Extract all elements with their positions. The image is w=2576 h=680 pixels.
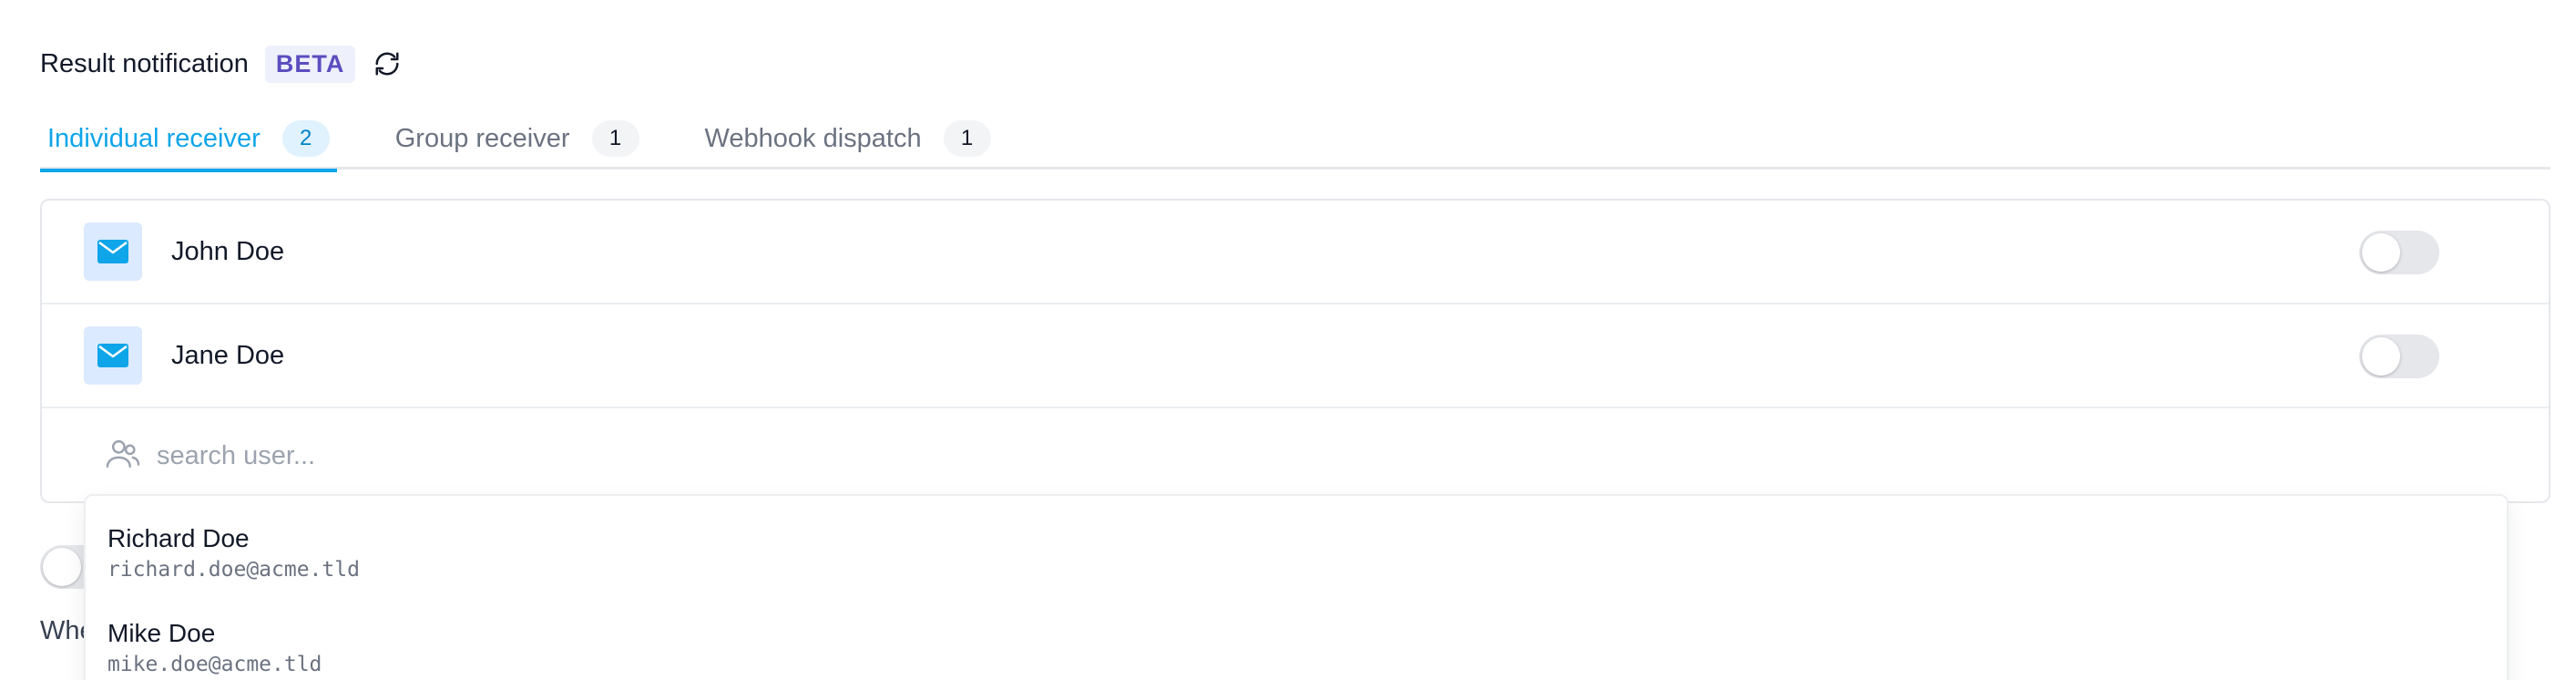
user-option-email: richard.doe@acme.tld xyxy=(107,558,360,582)
user-suggestions-dropdown: Richard Doe richard.doe@acme.tld Mike Do… xyxy=(84,494,2509,680)
toggle-knob xyxy=(2362,233,2400,272)
users-icon xyxy=(106,438,140,474)
receiver-tabs: Individual receiver 2 Group receiver 1 W… xyxy=(40,108,2550,172)
mail-icon xyxy=(84,222,142,281)
user-option-email: mike.doe@acme.tld xyxy=(107,653,322,676)
receiver-row: John Doe xyxy=(42,201,2549,304)
receiver-toggle[interactable] xyxy=(2359,335,2439,378)
refresh-icon[interactable] xyxy=(372,48,403,79)
beta-badge: BETA xyxy=(264,45,356,83)
receiver-name: John Doe xyxy=(171,236,285,266)
tab-webhook-dispatch[interactable]: Webhook dispatch 1 xyxy=(698,108,998,170)
user-option-name: Richard Doe xyxy=(107,524,250,552)
user-search-row xyxy=(42,408,2549,501)
tab-individual-receiver[interactable]: Individual receiver 2 xyxy=(40,108,337,172)
receiver-toggle[interactable] xyxy=(2359,231,2439,274)
tab-label: Webhook dispatch xyxy=(704,123,922,153)
tab-label: Group receiver xyxy=(394,123,570,153)
tab-count-badge: 1 xyxy=(943,120,991,157)
tab-count-badge: 2 xyxy=(281,120,330,157)
user-option-name: Mike Doe xyxy=(107,619,216,647)
tab-label: Individual receiver xyxy=(47,123,261,153)
receiver-row: Jane Doe xyxy=(42,304,2549,408)
mail-icon xyxy=(84,326,142,385)
receiver-name: Jane Doe xyxy=(171,340,285,370)
user-option[interactable]: Richard Doe richard.doe@acme.tld xyxy=(86,496,2507,591)
tab-group-receiver[interactable]: Group receiver 1 xyxy=(388,108,647,170)
search-user-input[interactable] xyxy=(157,440,885,471)
toggle-knob xyxy=(43,548,81,586)
tab-count-badge: 1 xyxy=(591,120,639,157)
receiver-list-panel: John Doe Jane Doe xyxy=(40,199,2550,503)
toggle-knob xyxy=(2362,337,2400,376)
page-title: Result notification xyxy=(40,48,249,78)
user-option[interactable]: Mike Doe mike.doe@acme.tld xyxy=(86,591,2507,680)
section-header: Result notification BETA xyxy=(40,42,403,86)
